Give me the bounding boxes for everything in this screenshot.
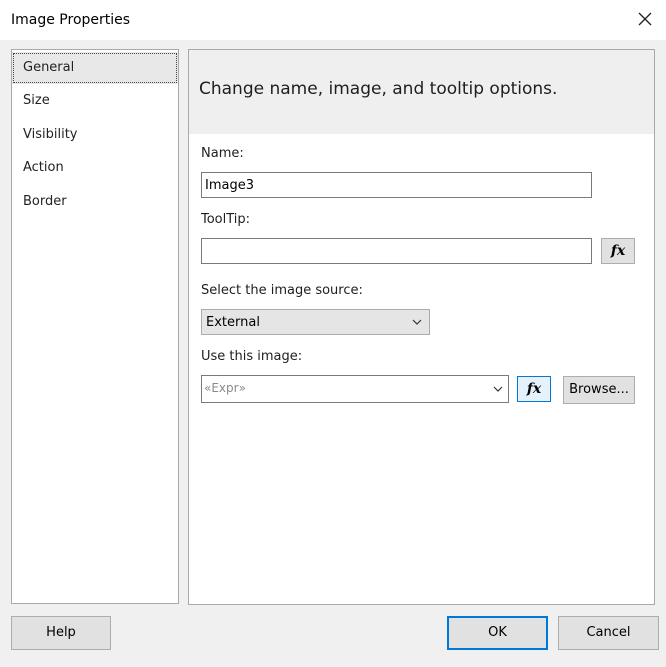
fx-icon: fx bbox=[610, 243, 626, 259]
chevron-down-icon bbox=[412, 319, 422, 325]
use-image-combo[interactable]: «Expr» bbox=[201, 375, 509, 403]
image-source-value: External bbox=[206, 315, 260, 330]
sidebar-item-general[interactable]: General bbox=[12, 52, 178, 84]
ok-button[interactable]: OK bbox=[447, 616, 548, 650]
image-source-label: Select the image source: bbox=[201, 283, 363, 298]
sidebar-item-label: General bbox=[23, 60, 75, 75]
sidebar-item-action[interactable]: Action bbox=[12, 152, 178, 184]
sidebar-item-border[interactable]: Border bbox=[12, 186, 178, 218]
tooltip-label: ToolTip: bbox=[201, 212, 251, 227]
use-image-expression-button[interactable]: fx bbox=[517, 376, 551, 402]
image-source-select[interactable]: External bbox=[201, 309, 430, 335]
help-button[interactable]: Help bbox=[11, 616, 111, 650]
image-properties-dialog: Image Properties General Size Visibility… bbox=[0, 0, 666, 667]
general-panel: Change name, image, and tooltip options.… bbox=[188, 49, 655, 605]
browse-button[interactable]: Browse... bbox=[563, 376, 635, 404]
chevron-down-icon bbox=[493, 386, 503, 392]
sidebar-item-size[interactable]: Size bbox=[12, 85, 178, 117]
close-button[interactable] bbox=[634, 8, 656, 30]
name-label: Name: bbox=[201, 146, 244, 161]
use-image-value: «Expr» bbox=[204, 381, 246, 395]
name-field[interactable] bbox=[201, 172, 592, 198]
sidebar-item-label: Size bbox=[23, 93, 50, 108]
close-icon bbox=[638, 12, 652, 26]
window-title: Image Properties bbox=[11, 12, 131, 28]
sidebar-item-label: Action bbox=[23, 160, 64, 175]
fx-icon: fx bbox=[526, 381, 542, 397]
sidebar-item-label: Border bbox=[23, 194, 67, 209]
title-bar: Image Properties bbox=[0, 0, 666, 40]
tooltip-expression-button[interactable]: fx bbox=[601, 238, 635, 264]
sidebar-nav: General Size Visibility Action Border bbox=[11, 49, 179, 604]
tooltip-field[interactable] bbox=[201, 238, 592, 264]
cancel-button[interactable]: Cancel bbox=[558, 616, 659, 650]
panel-header: Change name, image, and tooltip options. bbox=[189, 50, 654, 134]
sidebar-item-visibility[interactable]: Visibility bbox=[12, 119, 178, 151]
sidebar-item-label: Visibility bbox=[23, 127, 78, 142]
use-image-label: Use this image: bbox=[201, 349, 303, 364]
panel-heading: Change name, image, and tooltip options. bbox=[199, 79, 558, 99]
